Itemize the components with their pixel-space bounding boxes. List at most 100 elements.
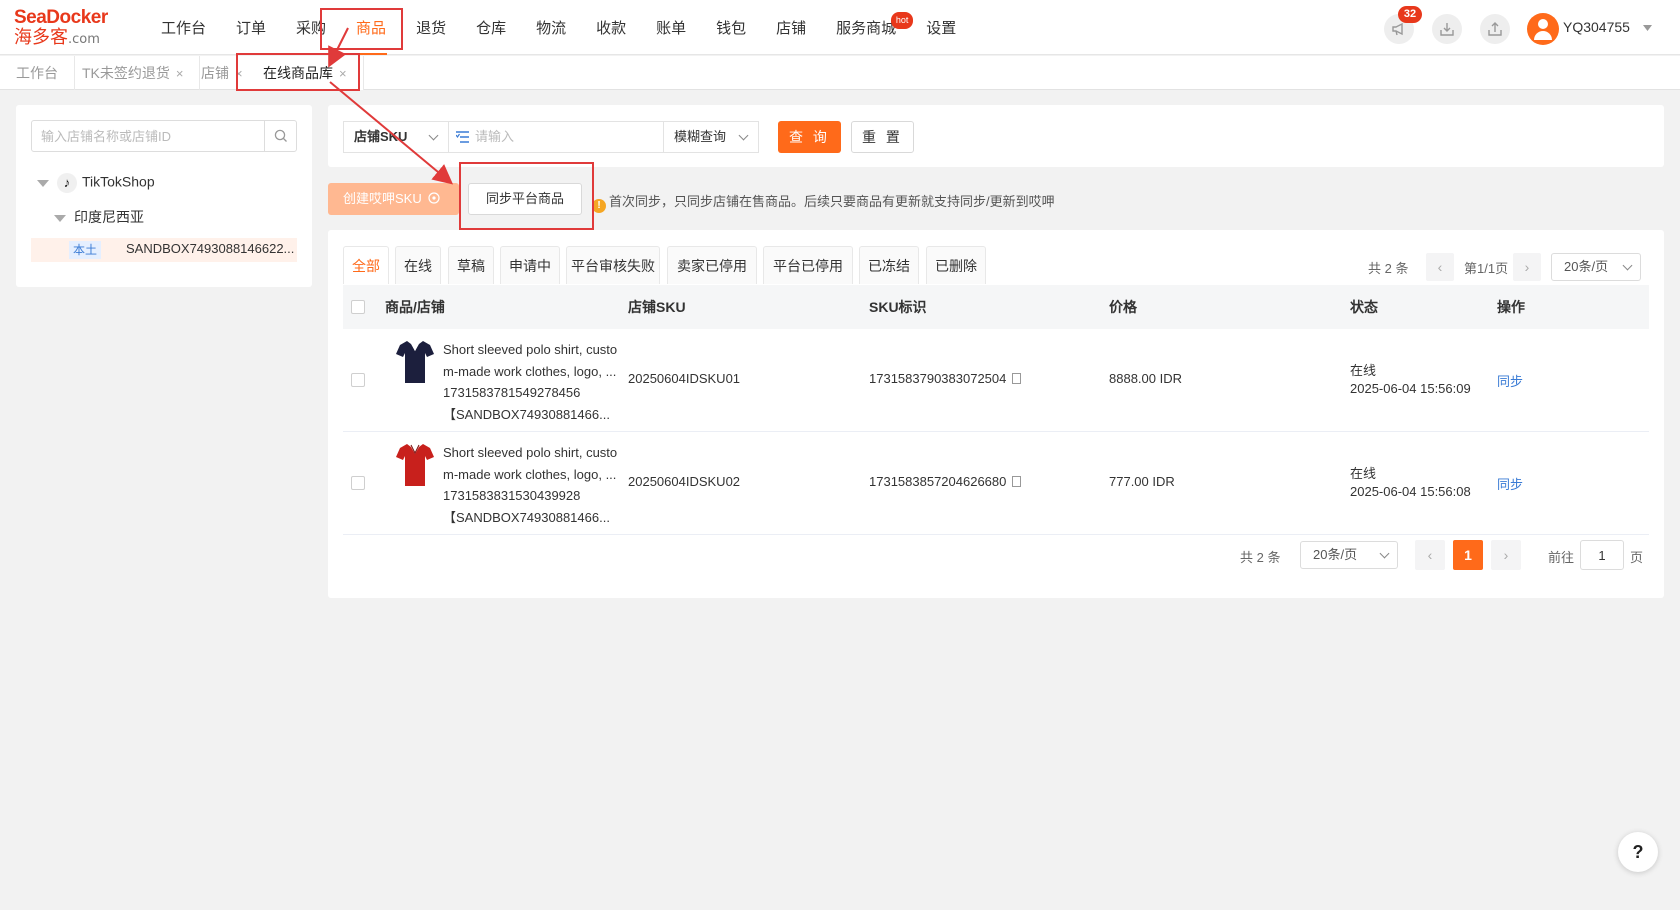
row-checkbox[interactable] — [351, 476, 365, 490]
total-count: 共 2 条 — [1368, 261, 1409, 276]
product-thumbnail[interactable] — [395, 442, 435, 488]
close-icon[interactable]: × — [339, 66, 347, 81]
status-tab-seller-disabled[interactable]: 卖家已停用 — [667, 246, 757, 284]
chevron-down-icon — [428, 130, 439, 141]
chevron-down-icon — [1379, 548, 1390, 559]
expand-caret-icon[interactable] — [54, 214, 66, 222]
shop-search-input[interactable] — [32, 121, 266, 151]
nav-item-wallet[interactable]: 钱包 — [701, 0, 761, 55]
status-tab-frozen[interactable]: 已冻结 — [859, 246, 919, 284]
expand-caret-icon[interactable] — [37, 179, 49, 187]
nav-item-workbench[interactable]: 工作台 — [146, 0, 221, 55]
tree-node-region[interactable]: 印度尼西亚 — [54, 207, 144, 227]
nav-item-bills[interactable]: 账单 — [641, 0, 701, 55]
local-shop-tag: 本土 — [69, 241, 102, 259]
product-thumbnail[interactable] — [395, 339, 435, 385]
status-tab-review-failed[interactable]: 平台审核失败 — [566, 246, 660, 284]
status-tab-all[interactable]: 全部 — [343, 246, 389, 284]
username[interactable]: YQ304755 — [1563, 19, 1630, 35]
nav-item-warehouse[interactable]: 仓库 — [461, 0, 521, 55]
sku-id: 1731583857204626680 — [869, 474, 1022, 489]
copy-icon[interactable] — [1012, 373, 1022, 384]
sync-link[interactable]: 同步 — [1497, 371, 1523, 390]
page-tab-bar: 工作台 TK未签约退货 × 店铺 × 在线商品库 × — [0, 56, 1680, 90]
nav-item-settings[interactable]: 设置 — [911, 0, 971, 55]
search-icon — [274, 129, 287, 142]
user-menu-caret-icon[interactable] — [1643, 25, 1652, 31]
close-icon[interactable]: × — [176, 66, 184, 81]
nav-item-service-mall[interactable]: 服务商城 hot — [821, 0, 914, 55]
status-tab-deleted[interactable]: 已删除 — [926, 246, 986, 284]
announcement-button[interactable]: 32 — [1384, 6, 1422, 44]
status-tab-platform-disabled[interactable]: 平台已停用 — [763, 246, 853, 284]
row-checkbox[interactable] — [351, 373, 365, 387]
product-name[interactable]: Short sleeved polo shirt, custo — [443, 339, 623, 361]
help-button[interactable]: ? — [1618, 832, 1658, 872]
sync-link[interactable]: 同步 — [1497, 474, 1523, 493]
page-size-select[interactable]: 20条/页 — [1551, 253, 1641, 281]
nav-item-payments[interactable]: 收款 — [581, 0, 641, 55]
query-button[interactable]: 查 询 — [778, 121, 841, 153]
page-number-button[interactable]: 1 — [1453, 540, 1483, 570]
price: 8888.00 IDR — [1109, 371, 1182, 386]
shop-search-button[interactable] — [264, 121, 296, 151]
nav-item-shops[interactable]: 店铺 — [761, 0, 821, 55]
tab-workbench[interactable]: 工作台 — [0, 56, 75, 90]
nav-item-returns[interactable]: 退货 — [401, 0, 461, 55]
sku-id: 1731583790383072504 — [869, 371, 1022, 386]
hot-badge: hot — [891, 12, 914, 29]
download-icon — [1440, 23, 1454, 36]
warning-icon: ! — [592, 199, 606, 213]
upload-button[interactable] — [1480, 14, 1510, 44]
upload-icon — [1488, 22, 1502, 36]
status-tab-draft[interactable]: 草稿 — [448, 246, 494, 284]
copy-icon[interactable] — [1012, 476, 1022, 487]
sku-search-input[interactable]: 请输入 — [448, 121, 664, 153]
page-size-select[interactable]: 20条/页 — [1300, 541, 1398, 569]
goto-page-input[interactable] — [1580, 540, 1624, 570]
status-tab-applying[interactable]: 申请中 — [500, 246, 560, 284]
sync-platform-products-button[interactable]: 同步平台商品 — [468, 183, 582, 215]
nav-item-products[interactable]: 商品 — [341, 0, 401, 55]
next-page-button[interactable]: › — [1491, 540, 1521, 570]
goto-label: 前往 — [1548, 550, 1575, 565]
table-row: Short sleeved polo shirt, custo m-made w… — [343, 329, 1649, 432]
prev-page-button[interactable]: ‹ — [1426, 253, 1454, 281]
nav-item-logistics[interactable]: 物流 — [521, 0, 581, 55]
field-select[interactable]: 店铺SKU — [343, 121, 449, 153]
page-indicator: 第1/1页 — [1464, 261, 1509, 276]
download-button[interactable] — [1432, 14, 1462, 44]
top-navbar: SeaDocker 海多客.com 工作台 订单 采购 商品 退货 仓库 物流 … — [0, 0, 1680, 55]
shop-sku: 20250604IDSKU02 — [628, 474, 741, 489]
tab-tk-returns[interactable]: TK未签约退货 × — [66, 56, 201, 90]
table-row: Short sleeved polo shirt, custo m-made w… — [343, 432, 1649, 535]
user-avatar[interactable] — [1527, 13, 1559, 45]
next-page-button[interactable]: › — [1513, 253, 1541, 281]
shop-tree-panel: ♪TikTokShop 印度尼西亚 本土 SANDBOX749308814662… — [16, 105, 312, 287]
tree-node-platform[interactable]: ♪ TikTokShop — [37, 173, 155, 193]
status-time: 2025-06-04 15:56:09 — [1350, 381, 1471, 396]
top-pager: 共 2 条 ‹ 第1/1页 › 20条/页 — [1368, 253, 1653, 281]
prev-page-button[interactable]: ‹ — [1415, 540, 1445, 570]
notification-count-badge: 32 — [1398, 6, 1422, 23]
status: 在线 — [1350, 363, 1377, 378]
create-sku-button[interactable]: 创建哎呷SKU — [328, 183, 459, 215]
tab-online-product-library[interactable]: 在线商品库 × — [247, 56, 364, 90]
megaphone-icon — [1392, 22, 1403, 36]
nav-item-orders[interactable]: 订单 — [221, 0, 281, 55]
total-count: 共 2 条 — [1240, 550, 1281, 565]
tree-node-shop[interactable]: 本土 SANDBOX7493088146622... — [31, 238, 297, 262]
match-mode-select[interactable]: 模糊查询 — [663, 121, 759, 153]
product-info: Short sleeved polo shirt, custo m-made w… — [443, 339, 623, 425]
product-name[interactable]: Short sleeved polo shirt, custo — [443, 442, 623, 464]
chevron-down-icon — [1622, 260, 1633, 271]
table-header: 商品/店铺 店铺SKU SKU标识 价格 状态 操作 — [343, 285, 1649, 329]
shop-sku: 20250604IDSKU01 — [628, 371, 741, 386]
seadocker-logo[interactable]: SeaDocker 海多客.com — [14, 8, 124, 50]
close-icon[interactable]: × — [235, 66, 243, 81]
nav-item-purchase[interactable]: 采购 — [281, 0, 341, 55]
select-all-checkbox[interactable] — [351, 300, 365, 314]
filter-card: 店铺SKU 请输入 模糊查询 查 询 重 置 — [328, 105, 1664, 167]
reset-button[interactable]: 重 置 — [851, 121, 914, 153]
status-tab-online[interactable]: 在线 — [395, 246, 441, 284]
